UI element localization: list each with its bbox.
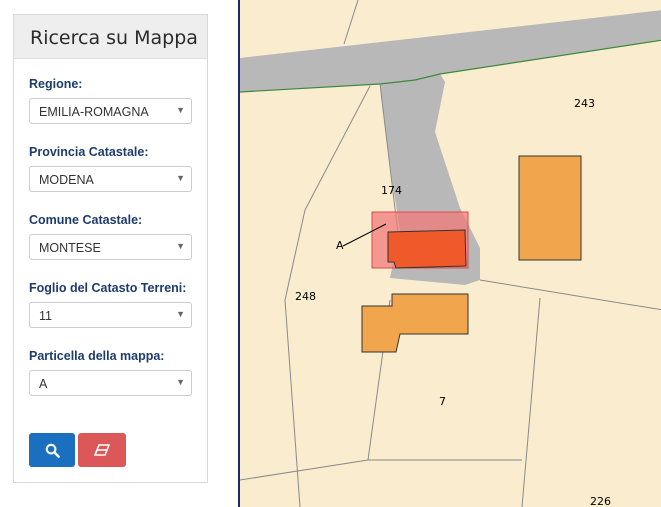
- field-regione: Regione: EMILIA-ROMAGNA ▼: [29, 77, 192, 124]
- selected-building: [387, 229, 467, 269]
- caret-down-icon: ▼: [176, 105, 185, 115]
- particella-select[interactable]: A ▼: [29, 370, 192, 396]
- comune-label: Comune Catastale:: [29, 213, 143, 227]
- field-particella: Particella della mappa: A ▼: [29, 349, 192, 396]
- provincia-label: Provincia Catastale:: [29, 145, 149, 159]
- panel-header: Ricerca su Mappa: [14, 15, 207, 59]
- comune-value: MONTESE: [39, 241, 101, 255]
- clear-button[interactable]: [78, 433, 126, 467]
- regione-value: EMILIA-ROMAGNA: [39, 105, 149, 119]
- provincia-select[interactable]: MODENA ▼: [29, 166, 192, 192]
- foglio-value: 11: [39, 309, 52, 323]
- foglio-select[interactable]: 11 ▼: [29, 302, 192, 328]
- search-panel: Ricerca su Mappa Regione: EMILIA-ROMAGNA…: [13, 14, 208, 483]
- search-button[interactable]: [29, 433, 75, 467]
- page: Ricerca su Mappa Regione: EMILIA-ROMAGNA…: [0, 0, 661, 507]
- eraser-icon: [94, 444, 110, 456]
- particella-value: A: [39, 377, 48, 391]
- road: [240, 10, 661, 92]
- caret-down-icon: ▼: [176, 173, 185, 183]
- caret-down-icon: ▼: [176, 241, 185, 251]
- parcel-label-226: 226: [590, 495, 611, 507]
- field-comune: Comune Catastale: MONTESE ▼: [29, 213, 192, 260]
- map-view[interactable]: 243 174 248 7 226 A: [238, 0, 661, 507]
- selected-parcel-label: A: [336, 239, 344, 252]
- parcel-label-243: 243: [574, 97, 595, 110]
- regione-label: Regione:: [29, 77, 83, 91]
- foglio-label: Foglio del Catasto Terreni:: [29, 281, 187, 295]
- parcel-label-174: 174: [381, 184, 402, 197]
- search-icon: [45, 443, 60, 458]
- comune-select[interactable]: MONTESE ▼: [29, 234, 192, 260]
- field-provincia: Provincia Catastale: MODENA ▼: [29, 145, 192, 192]
- caret-down-icon: ▼: [176, 377, 185, 387]
- provincia-value: MODENA: [39, 173, 94, 187]
- parcel-label-7: 7: [439, 395, 446, 408]
- panel-title: Ricerca su Mappa: [30, 27, 198, 49]
- building-243: [518, 155, 582, 261]
- field-foglio: Foglio del Catasto Terreni: 11 ▼: [29, 281, 192, 328]
- caret-down-icon: ▼: [176, 309, 185, 319]
- cadastral-map: 243 174 248 7 226 A: [240, 0, 661, 507]
- parcel-label-248: 248: [295, 290, 316, 303]
- regione-select[interactable]: EMILIA-ROMAGNA ▼: [29, 98, 192, 124]
- particella-label: Particella della mappa:: [29, 349, 165, 363]
- building-7: [361, 293, 469, 353]
